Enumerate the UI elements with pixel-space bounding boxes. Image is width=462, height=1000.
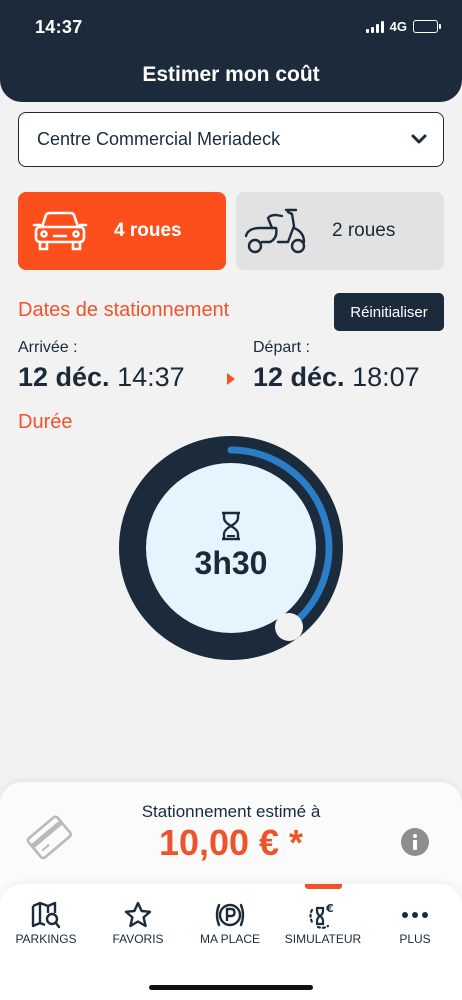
tab-ma-place-label: MA PLACE (199, 932, 261, 946)
arrival-datetime[interactable]: 12 déc. 14:37 (18, 362, 185, 393)
svg-text:€: € (325, 902, 334, 915)
reset-button[interactable]: Réinitialiser (334, 293, 444, 331)
tab-ma-place[interactable]: MA PLACE (184, 898, 276, 946)
duration-title: Durée (18, 411, 73, 433)
more-icon (369, 898, 461, 932)
tab-plus-label: PLUS (399, 932, 431, 946)
tab-plus[interactable]: PLUS (369, 898, 461, 946)
departure-date: 12 déc. (253, 362, 345, 392)
star-icon (92, 898, 184, 932)
network-type: 4G (389, 19, 407, 34)
arrival-time: 14:37 (117, 362, 185, 392)
arrival-label: Arrivée : (18, 339, 78, 356)
parking-icon (184, 898, 276, 932)
tab-favoris-label: FAVORIS (112, 932, 164, 946)
parking-dates-title: Dates de stationnement (18, 299, 230, 321)
arrow-right-icon (226, 372, 236, 391)
battery-icon (413, 20, 441, 33)
estimate-price: 10,00 € * (158, 822, 304, 863)
departure-time: 18:07 (352, 362, 420, 392)
two-wheels-label: 2 roues (332, 220, 396, 241)
hourglass-euro-icon: € (277, 898, 369, 932)
app-header: 14:37 4G Estimer mon coût (0, 0, 462, 102)
departure-datetime[interactable]: 12 déc. 18:07 (253, 362, 420, 393)
status-time: 14:37 (35, 17, 83, 37)
parking-select[interactable]: Centre Commercial Meriadeck (18, 112, 444, 167)
page-title: Estimer mon coût (142, 63, 320, 86)
duration-dial[interactable]: 3h30 (119, 436, 343, 660)
arrival-date: 12 déc. (18, 362, 110, 392)
car-icon (32, 210, 88, 257)
duration-value: 3h30 (194, 545, 268, 581)
four-wheels-button[interactable]: 4 roues (18, 192, 226, 270)
active-tab-indicator (305, 884, 342, 889)
home-indicator (149, 985, 313, 990)
tab-simulateur[interactable]: € SIMULATEUR (277, 898, 369, 946)
parking-select-value: Centre Commercial Meriadeck (37, 129, 281, 149)
hourglass-icon (220, 511, 242, 546)
two-wheels-button[interactable]: 2 roues (236, 192, 444, 270)
dial-handle[interactable] (274, 613, 303, 642)
four-wheels-label: 4 roues (114, 220, 182, 241)
signal-icon (365, 20, 384, 33)
chevron-down-icon (411, 131, 427, 149)
scooter-icon (242, 206, 310, 261)
tab-parkings-label: PARKINGS (15, 932, 77, 946)
tab-favoris[interactable]: FAVORIS (92, 898, 184, 946)
tab-simulateur-label: SIMULATEUR (284, 932, 362, 946)
estimate-label: Stationnement estimé à (141, 802, 321, 821)
info-icon[interactable] (401, 828, 429, 861)
departure-label: Départ : (253, 339, 310, 356)
tab-parkings[interactable]: PARKINGS (0, 898, 92, 946)
status-indicators: 4G (365, 19, 441, 34)
map-search-icon (0, 898, 92, 932)
